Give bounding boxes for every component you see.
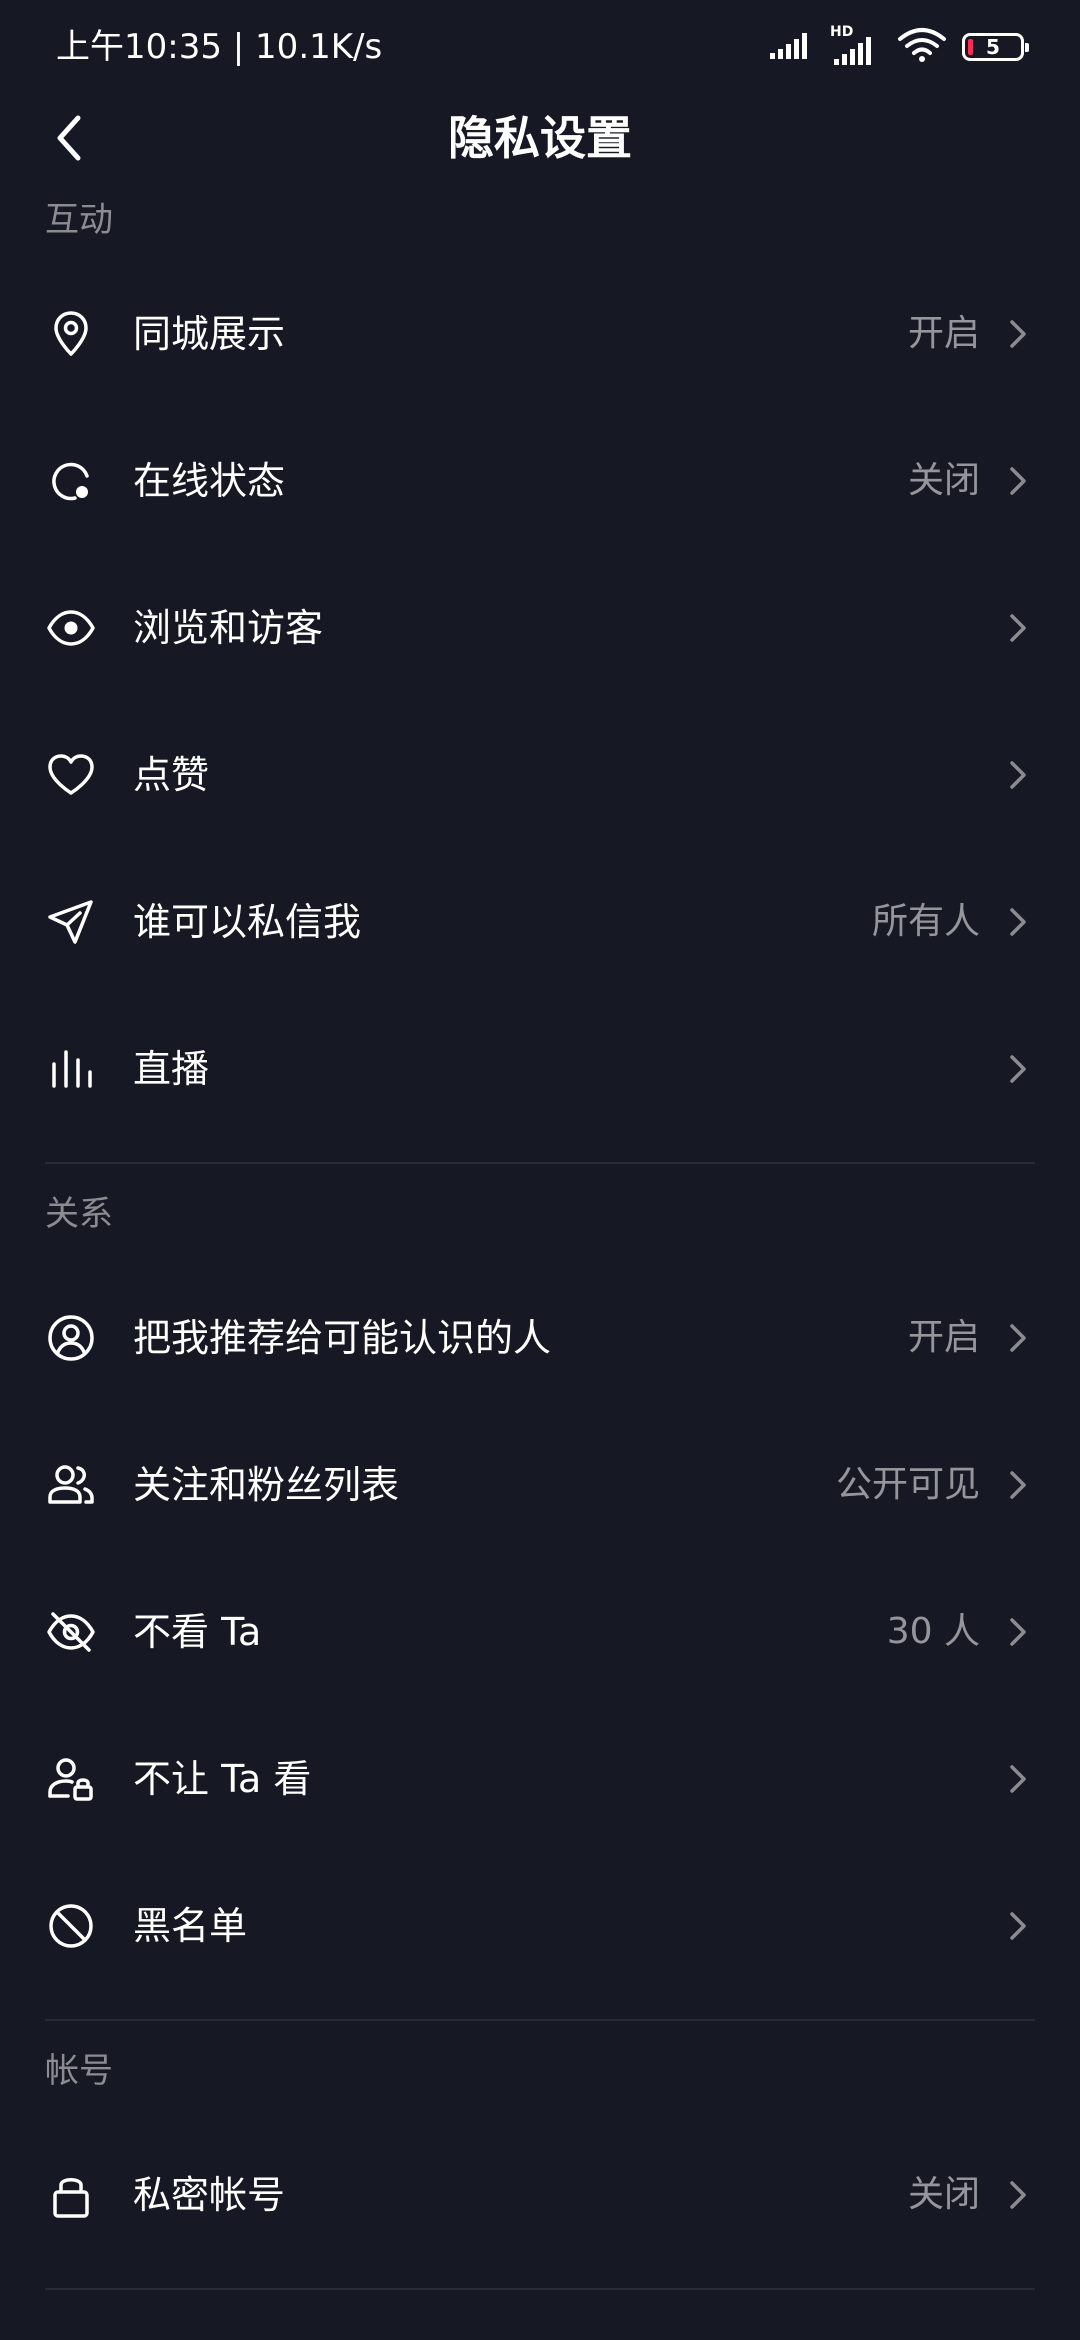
chevron-right-icon — [1010, 613, 1026, 642]
chevron-right-icon — [1010, 1617, 1026, 1646]
nav-bar: 隐私设置 — [0, 96, 1080, 180]
chevron-right-icon — [1010, 1764, 1026, 1793]
setting-label: 不让 Ta 看 — [133, 1756, 312, 1801]
eye-off-icon — [44, 1605, 98, 1659]
back-button[interactable] — [38, 106, 102, 170]
heart-icon — [44, 748, 98, 802]
setting-label: 把我推荐给可能认识的人 — [133, 1315, 552, 1360]
setting-value: 所有人 — [871, 900, 980, 942]
setting-label: 浏览和访客 — [133, 605, 324, 650]
setting-item-block-view[interactable]: 不让 Ta 看 — [0, 1705, 1080, 1852]
section-header-relations: 关系 — [45, 1194, 113, 1234]
setting-item-online-status[interactable]: 在线状态 关闭 — [0, 407, 1080, 554]
setting-label: 谁可以私信我 — [133, 899, 362, 944]
battery-level: 5 — [986, 35, 1000, 59]
setting-value: 开启 — [907, 1316, 980, 1358]
setting-label: 私密帐号 — [133, 2172, 286, 2217]
status-icons: HD 5 — [768, 24, 1029, 70]
chevron-right-icon — [1010, 1054, 1026, 1083]
block-icon — [44, 1899, 98, 1953]
settings-list: 互动 同城展示 开启 在线状态 关闭 浏览和访客 点赞 谁可以私信我 所有人 直… — [0, 180, 1080, 2290]
section-header-interaction: 互动 — [45, 200, 113, 240]
setting-item-likes[interactable]: 点赞 — [0, 701, 1080, 848]
wifi-icon — [896, 27, 948, 67]
chevron-right-icon — [1010, 1323, 1026, 1352]
user-lock-icon — [44, 1752, 98, 1806]
lock-icon — [44, 2168, 98, 2222]
section-divider — [45, 2288, 1035, 2290]
setting-item-blacklist[interactable]: 黑名单 — [0, 1852, 1080, 1999]
online-status-icon — [44, 454, 98, 508]
setting-item-follow-list[interactable]: 关注和粉丝列表 公开可见 — [0, 1411, 1080, 1558]
setting-label: 直播 — [133, 1046, 210, 1091]
user-circle-icon — [44, 1311, 98, 1365]
setting-label: 在线状态 — [133, 458, 286, 503]
chevron-right-icon — [1010, 760, 1026, 789]
setting-label: 关注和粉丝列表 — [133, 1462, 400, 1507]
setting-item-private-account[interactable]: 私密帐号 关闭 — [0, 2121, 1080, 2268]
setting-label: 同城展示 — [133, 311, 286, 356]
chevron-right-icon — [1010, 2180, 1026, 2209]
setting-label: 黑名单 — [133, 1903, 248, 1948]
setting-item-nearby[interactable]: 同城展示 开启 — [0, 260, 1080, 407]
battery-icon: 5 — [962, 33, 1029, 61]
setting-value: 30 人 — [886, 1610, 980, 1652]
signal-hd-icon: HD — [830, 25, 882, 67]
setting-item-live[interactable]: 直播 — [0, 995, 1080, 1142]
chevron-right-icon — [1010, 907, 1026, 936]
setting-label: 不看 Ta — [133, 1609, 262, 1654]
chevron-right-icon — [1010, 319, 1026, 348]
users-icon — [44, 1458, 98, 1512]
eye-icon — [44, 601, 98, 655]
status-bar: 上午10:35 | 10.1K/s HD 5 — [0, 0, 1080, 96]
setting-value: 公开可见 — [835, 1463, 980, 1505]
chevron-right-icon — [1010, 1911, 1026, 1940]
setting-value: 关闭 — [907, 459, 980, 501]
setting-item-visitors[interactable]: 浏览和访客 — [0, 554, 1080, 701]
location-pin-icon — [44, 307, 98, 361]
setting-value: 关闭 — [907, 2173, 980, 2215]
chevron-right-icon — [1010, 466, 1026, 495]
battery-fill — [968, 39, 973, 55]
signal-icon — [768, 29, 816, 65]
setting-item-direct-message[interactable]: 谁可以私信我 所有人 — [0, 848, 1080, 995]
setting-item-recommend[interactable]: 把我推荐给可能认识的人 开启 — [0, 1264, 1080, 1411]
setting-value: 开启 — [907, 312, 980, 354]
chevron-left-icon — [57, 115, 81, 161]
setting-label: 点赞 — [133, 752, 210, 797]
status-time: 上午10:35 | 10.1K/s — [56, 27, 383, 67]
setting-item-hide-from[interactable]: 不看 Ta 30 人 — [0, 1558, 1080, 1705]
paper-plane-icon — [44, 895, 98, 949]
chevron-right-icon — [1010, 1470, 1026, 1499]
section-header-account: 帐号 — [45, 2051, 113, 2091]
page-title: 隐私设置 — [448, 111, 632, 165]
live-bars-icon — [44, 1042, 98, 1096]
